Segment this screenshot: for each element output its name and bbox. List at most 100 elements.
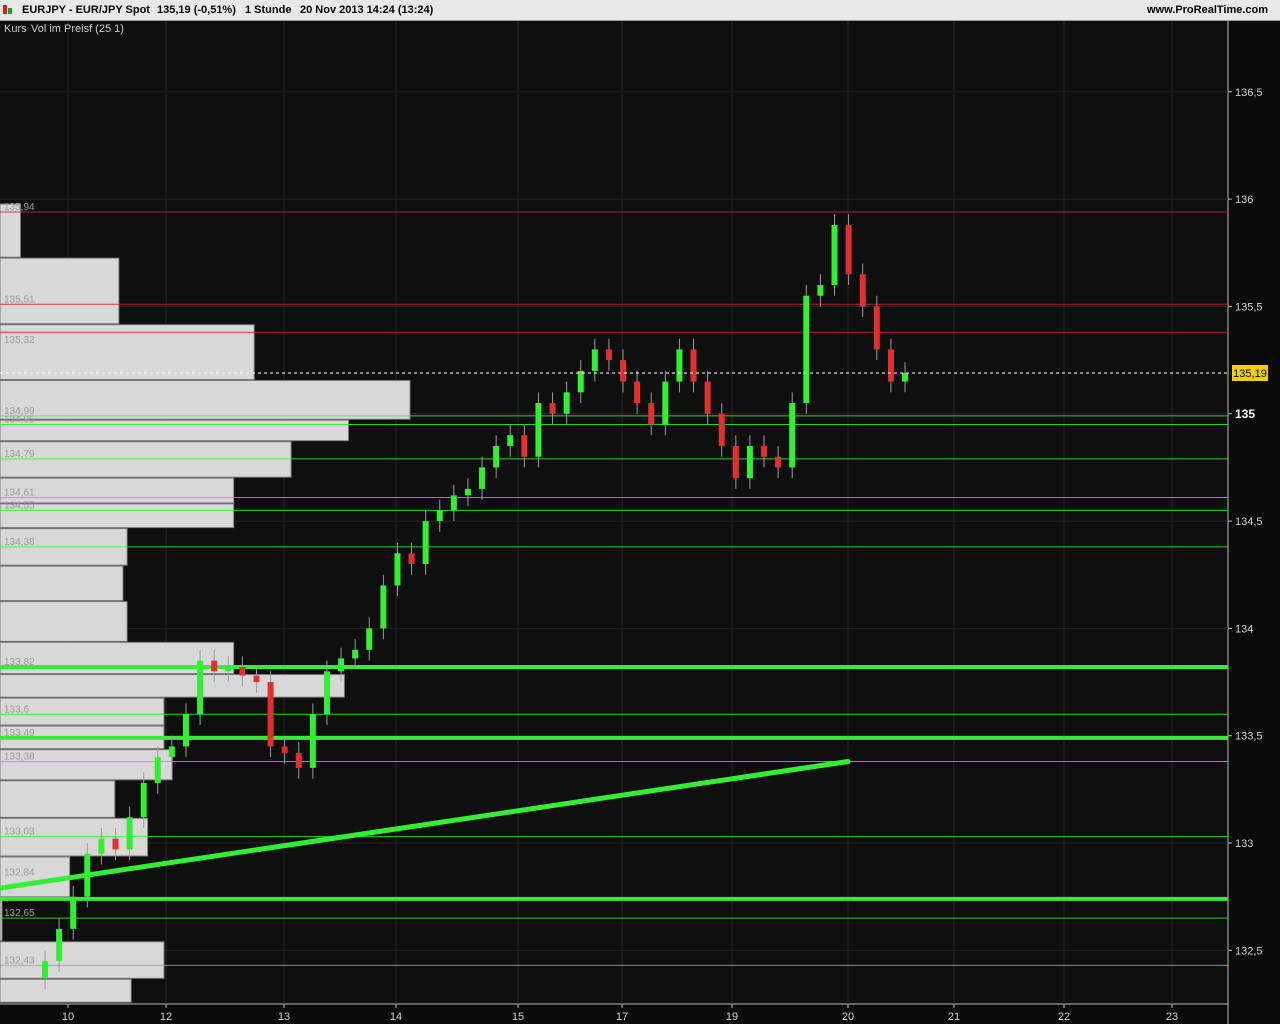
x-tick-label: 17 [616,1011,628,1023]
candle-up [662,381,669,425]
volume-profile-label: 132,43 [4,955,35,966]
candle-down [281,746,288,753]
candle-up [803,295,810,404]
candle-up [464,488,471,496]
candle-down [873,306,880,350]
instrument-title[interactable]: EURJPY - EUR/JPY Spot [22,4,150,16]
candle-down [239,667,246,676]
candle-up [380,585,387,629]
candle-down [521,435,528,457]
candle-up [70,896,77,929]
candle-down [718,413,725,446]
candle-up [479,467,486,489]
volume-profile-bar [0,503,235,529]
x-tick-label: 15 [512,1011,524,1023]
candle-up [422,521,429,565]
candle-down [732,445,739,479]
candle-down [605,349,612,361]
x-tick-label: 19 [726,1011,738,1023]
candle-up [535,403,542,457]
candle-up [56,928,63,962]
candle-up [182,714,189,747]
candle-up [42,961,48,979]
volume-profile-label: 134,55 [4,500,35,511]
volume-profile-bar [0,477,235,504]
candle-up [789,403,796,468]
volume-profile-label: 135,51 [4,294,35,305]
candle-down [887,349,894,382]
candle-up [577,370,584,393]
candle-up [309,714,316,768]
candle-up [436,510,443,522]
candle-up [126,817,133,850]
volume-profile-bar [0,897,3,942]
volume-profile-bar [0,674,345,698]
volume-profile-bar [0,565,124,602]
y-tick-label: 134,5 [1235,516,1263,528]
candle-up [338,658,345,672]
volume-profile-bar [0,257,120,325]
volume-profile-bar [0,441,292,478]
y-tick-label: 133,5 [1235,731,1263,743]
x-tick-label: 10 [62,1011,74,1023]
x-tick-label: 22 [1058,1011,1070,1023]
x-tick-label: 20 [842,1011,854,1023]
time-axis-background [0,1004,1280,1024]
volume-profile-label: 133,6 [4,704,29,715]
candle-down [690,349,697,382]
candle-down [859,274,866,307]
candle-up [352,649,359,659]
volume-profile-bar [0,780,116,818]
x-tick-label: 23 [1166,1011,1178,1023]
candle-up [197,660,204,715]
price-chart[interactable]: 10 12 13 14 15 17 19 20 21 22 23 132,5 133 133,5 134 1… [0,21,1280,1024]
indicator-label: Vol im Preisf (25 1) [31,23,124,35]
candle-down [549,403,556,414]
candle-down [295,752,302,768]
candle-up [366,628,373,650]
candle-down [704,381,711,414]
candle-up [168,746,175,758]
candle-up [507,435,514,446]
x-tick-label: 21 [948,1011,960,1023]
y-tick-label: 133 [1235,838,1253,850]
site-label[interactable]: www.ProRealTime.com [1147,4,1268,16]
volume-profile-label: 133,38 [4,751,35,762]
candle-down [112,838,119,850]
candle-down [253,675,260,683]
volume-profile-label: 134,61 [4,487,35,498]
x-tick-label: 14 [390,1011,402,1023]
volume-profile-bar [0,324,255,381]
candle-up [450,495,457,511]
candle-up [817,284,824,296]
volume-profile-label: 134,79 [4,449,35,460]
instrument-status-icon-2 [8,8,12,14]
candle-down [408,553,415,565]
candle-up [98,838,105,854]
last-price-label: 135,19 [1233,368,1267,380]
candle-down [648,403,655,425]
y-tick-label: 136 [1235,194,1253,206]
instrument-status-icon [3,5,7,14]
y-tick-label: 134 [1235,623,1253,635]
price-change: 135,19 (-0,51%) [157,4,236,16]
volume-profile-label: 135,94 [4,202,35,213]
y-tick-label: 136,5 [1235,87,1263,99]
datetime-label: 20 Nov 2013 14:24 (13:24) [300,4,434,16]
y-tick-label: 135,5 [1235,301,1263,313]
period-label[interactable]: 1 Stunde [245,4,291,16]
x-tick-label: 13 [278,1011,290,1023]
candle-down [761,445,768,457]
candle-down [267,682,274,747]
candle-up [831,224,838,285]
candle-down [775,456,782,468]
volume-profile-bar [0,380,411,420]
candle-up [676,349,683,382]
candle-up [394,553,401,586]
y-tick-label: 132,5 [1235,945,1263,957]
volume-profile-label: 133,03 [4,827,35,838]
candle-up [323,671,330,715]
volume-profile-bar [0,978,132,1003]
volume-profile-bar [0,419,349,442]
candle-up [563,392,570,414]
